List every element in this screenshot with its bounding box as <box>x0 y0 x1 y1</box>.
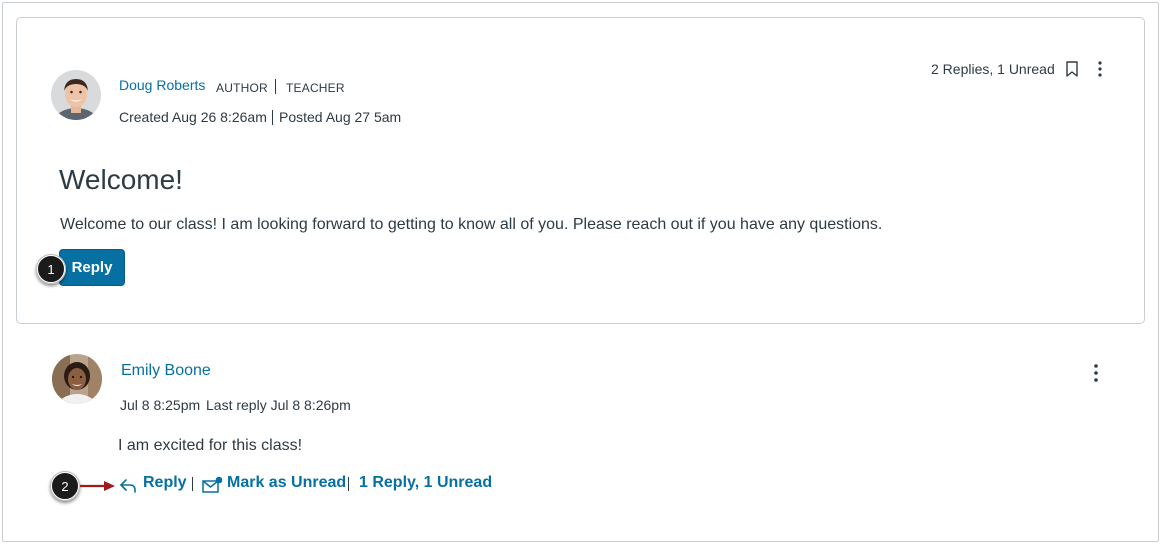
bookmark-icon[interactable] <box>1063 59 1081 79</box>
topic-reply-button[interactable]: Reply <box>59 249 125 286</box>
topic-posted-date: Posted Aug 27 5am <box>279 109 402 125</box>
topic-author-link[interactable]: Doug Roberts <box>119 77 205 93</box>
mark-unread-icon[interactable] <box>202 476 223 494</box>
role-teacher-label: TEACHER <box>286 81 345 95</box>
date-separator <box>272 110 273 125</box>
mark-as-unread-link[interactable]: Mark as Unread <box>227 474 346 492</box>
role-author-label: AUTHOR <box>216 81 268 95</box>
avatar-doug-roberts[interactable] <box>51 70 101 120</box>
topic-replies-summary: 2 Replies, 1 Unread <box>931 61 1055 77</box>
reply-arrow-icon[interactable] <box>118 476 138 494</box>
entry-more-options-icon[interactable] <box>1087 363 1105 383</box>
action-separator <box>348 477 349 491</box>
topic-title: Welcome! <box>59 164 183 195</box>
callout-1: 1 <box>36 254 66 284</box>
action-separator <box>192 477 193 491</box>
entry-timestamp: Jul 8 8:25pm <box>120 397 201 413</box>
topic-more-options-icon[interactable] <box>1091 59 1109 79</box>
entry-reply-link[interactable]: Reply <box>143 474 187 492</box>
callout-arrow-icon <box>80 481 115 491</box>
topic-message: Welcome to our class! I am looking forwa… <box>60 216 883 233</box>
entry-author-link[interactable]: Emily Boone <box>121 362 211 380</box>
topic-created-date: Created Aug 26 8:26am <box>119 109 267 125</box>
entry-last-reply: Last reply Jul 8 8:26pm <box>206 397 351 413</box>
entry-replies-summary-link[interactable]: 1 Reply, 1 Unread <box>359 474 492 492</box>
entry-message: I am excited for this class! <box>118 437 303 454</box>
role-separator <box>275 79 276 94</box>
callout-2: 2 <box>50 471 80 501</box>
avatar-emily-boone[interactable] <box>52 354 102 404</box>
